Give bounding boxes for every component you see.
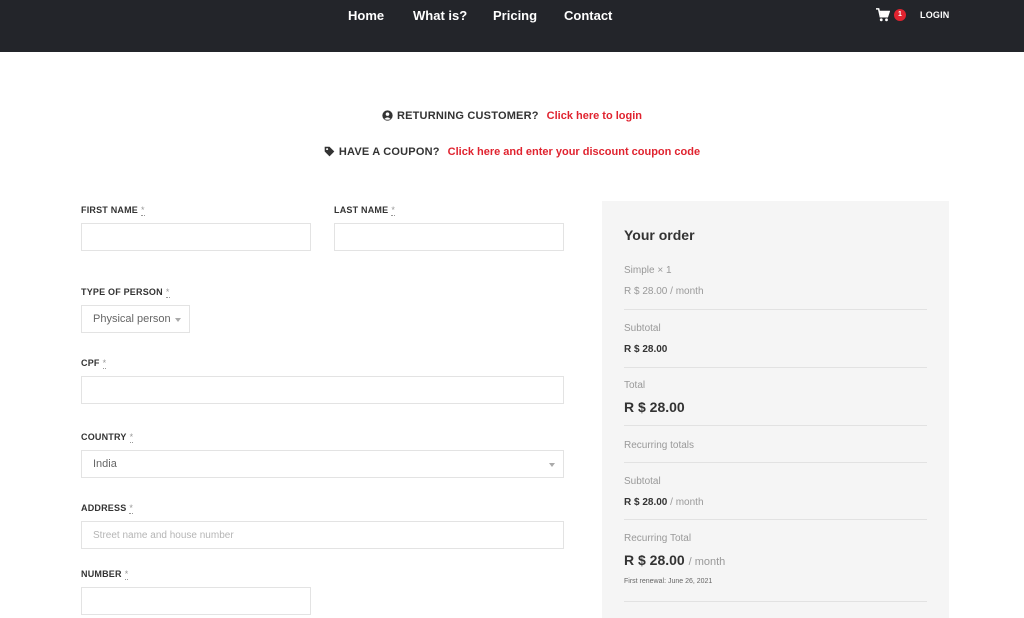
main-nav: Home What is? Pricing Contact	[0, 8, 1024, 24]
address-input[interactable]	[81, 521, 564, 549]
divider	[624, 309, 927, 310]
cpf-label: CPF *	[81, 358, 107, 369]
coupon-label: HAVE A COUPON?	[338, 146, 440, 158]
cpf-input[interactable]	[81, 376, 564, 404]
recurring-total-label: Recurring Total	[624, 533, 692, 544]
shopping-cart-icon[interactable]	[876, 8, 890, 22]
divider	[624, 462, 927, 463]
recurring-subtotal-label: Subtotal	[624, 476, 661, 487]
product-price: R $ 28.00 / month	[624, 286, 704, 297]
coupon-notice: HAVE A COUPON? Click here and enter your …	[0, 146, 1024, 158]
country-value: India	[93, 458, 117, 470]
last-name-input[interactable]	[334, 223, 564, 251]
order-summary-panel: Your order Simple × 1 R $ 28.00 / month …	[602, 201, 949, 618]
number-input[interactable]	[81, 587, 311, 615]
person-type-label: TYPE OF PERSON *	[81, 287, 170, 298]
subtotal-label: Subtotal	[624, 323, 661, 334]
chevron-down-icon	[549, 463, 555, 467]
country-select[interactable]: India	[81, 450, 564, 478]
login-notice-link[interactable]: Click here to login	[547, 110, 642, 122]
first-renewal-date: First renewal: June 26, 2021	[624, 578, 713, 585]
recurring-totals-label: Recurring totals	[624, 440, 695, 451]
nav-what-is[interactable]: What is?	[413, 8, 467, 23]
nav-pricing[interactable]: Pricing	[493, 8, 537, 23]
chevron-down-icon	[175, 318, 181, 322]
returning-customer-notice: RETURNING CUSTOMER? Click here to login	[0, 110, 1024, 122]
subtotal-value: R $ 28.00	[624, 344, 668, 355]
country-label: COUNTRY *	[81, 432, 134, 443]
first-name-label: FIRST NAME *	[81, 205, 145, 216]
tag-icon	[324, 146, 335, 157]
person-type-select[interactable]: Physical person	[81, 305, 190, 333]
nav-home[interactable]: Home	[348, 8, 384, 23]
coupon-link[interactable]: Click here and enter your discount coupo…	[448, 146, 700, 158]
number-label: NUMBER *	[81, 569, 129, 580]
divider	[624, 367, 927, 368]
address-label: ADDRESS *	[81, 503, 134, 514]
total-label: Total	[624, 380, 646, 391]
total-value: R $ 28.00	[624, 399, 685, 415]
product-line: Simple × 1	[624, 265, 672, 276]
user-circle-icon	[382, 110, 393, 121]
top-navigation-bar: Home What is? Pricing Contact 1 LOGIN	[0, 0, 1024, 52]
nav-contact[interactable]: Contact	[564, 8, 612, 23]
person-type-value: Physical person	[93, 313, 171, 325]
returning-customer-label: RETURNING CUSTOMER?	[396, 110, 539, 122]
login-link[interactable]: LOGIN	[920, 10, 950, 20]
divider	[624, 519, 927, 520]
order-title: Your order	[624, 227, 695, 243]
recurring-total-value: R $ 28.00 / month	[624, 552, 726, 568]
cart-count-badge: 1	[894, 9, 906, 21]
divider	[624, 601, 927, 602]
last-name-label: LAST NAME *	[334, 205, 396, 216]
recurring-subtotal-value: R $ 28.00 / month	[624, 497, 704, 508]
divider	[624, 425, 927, 426]
first-name-input[interactable]	[81, 223, 311, 251]
